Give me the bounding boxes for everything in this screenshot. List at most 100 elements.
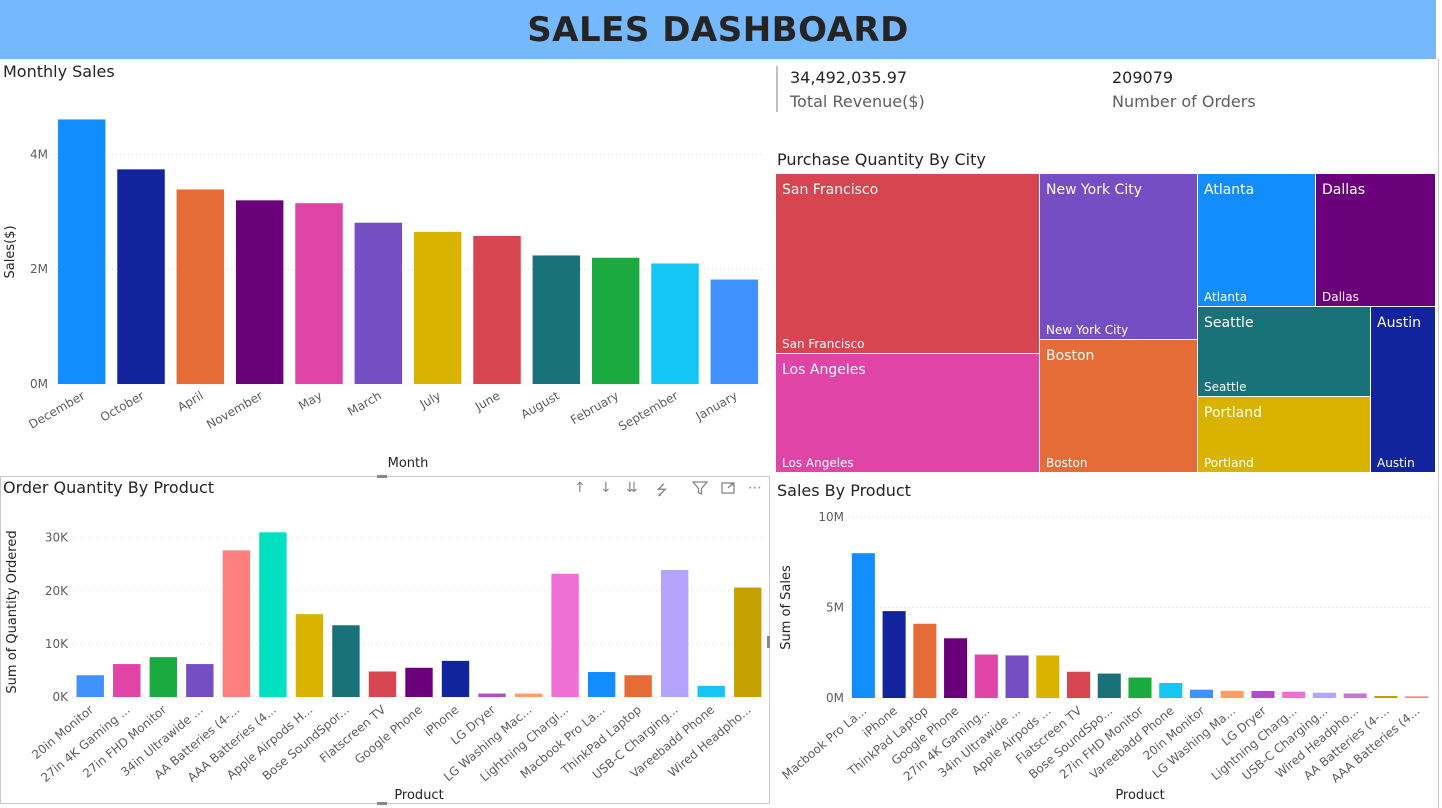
x-tick-label: September — [616, 388, 680, 433]
treemap-cell-seattle[interactable]: Seattle Seattle — [1198, 307, 1371, 397]
bar — [222, 550, 251, 697]
order-quantity-chart[interactable]: 0K10K20K30K20in Monitor27in 4K Gaming ..… — [0, 500, 770, 806]
treemap-data-label: Seattle — [1204, 380, 1247, 394]
x-tick-label: November — [204, 388, 265, 431]
monthly-sales-title: Monthly Sales — [3, 62, 115, 81]
treemap-label: Dallas — [1322, 182, 1366, 198]
arrow-up-icon[interactable]: ↑ — [574, 480, 586, 496]
total-revenue-value: 34,492,035.97 — [790, 68, 908, 87]
bar — [295, 203, 343, 384]
treemap-data-label: Dallas — [1322, 290, 1359, 304]
y-axis-title: Sales($) — [3, 225, 18, 278]
bar — [176, 189, 225, 384]
treemap-cell-dallas[interactable]: Dallas Dallas — [1316, 174, 1435, 307]
order-quantity-title: Order Quantity By Product — [3, 478, 215, 497]
bar — [149, 657, 178, 697]
treemap-data-label: Atlanta — [1204, 290, 1248, 304]
bar — [734, 587, 762, 697]
bar — [368, 671, 397, 697]
bar — [697, 685, 725, 697]
treemap-label: Boston — [1046, 348, 1095, 364]
y-tick-label: 0M — [826, 691, 844, 705]
treemap-cell-new-york-city[interactable]: New York City New York City — [1040, 174, 1198, 340]
x-axis-title: Product — [1115, 788, 1164, 803]
treemap-cell-los-angeles[interactable]: Los Angeles Los Angeles — [776, 354, 1040, 473]
treemap-data-label: Portland — [1204, 456, 1254, 470]
treemap-cell-atlanta[interactable]: Atlanta Atlanta — [1198, 174, 1316, 307]
bar — [710, 279, 759, 384]
y-tick-label: 10M — [818, 510, 844, 524]
bar — [473, 235, 521, 384]
bar — [113, 664, 141, 697]
double-arrow-down-icon[interactable]: ⇊ — [626, 480, 638, 496]
visual-toolbar: ↑ ↓ ⇊ ⭍ ⋯ — [572, 480, 768, 500]
treemap-data-label: New York City — [1046, 323, 1129, 337]
bar — [1067, 671, 1091, 698]
x-tick-label: December — [26, 388, 87, 431]
treemap-cell-portland[interactable]: Portland Portland — [1198, 397, 1371, 473]
x-tick-label: Google Phone — [352, 703, 425, 767]
bar — [532, 255, 581, 384]
bar — [1312, 692, 1336, 698]
bar — [591, 257, 640, 384]
x-tick-label: March — [345, 388, 384, 418]
x-tick-label: April — [175, 388, 206, 414]
sales-by-product-chart[interactable]: 0M5M10MMacbook Pro La...iPhoneThinkPad L… — [772, 503, 1436, 806]
bar — [186, 664, 214, 697]
bar — [413, 231, 462, 384]
y-tick-label: 0K — [52, 690, 69, 704]
bar — [354, 222, 403, 384]
x-tick-label: July — [417, 388, 444, 411]
bar — [259, 532, 287, 697]
number-of-orders-value: 209079 — [1112, 68, 1174, 87]
bar — [514, 693, 543, 697]
bar — [1220, 690, 1244, 698]
bar — [1405, 696, 1429, 698]
bar — [1251, 690, 1275, 698]
number-of-orders-label: Number of Orders — [1112, 92, 1256, 111]
treemap-label: Seattle — [1204, 315, 1254, 331]
treemap-data-label: San Francisco — [782, 337, 865, 351]
bar — [851, 553, 875, 698]
bar — [478, 693, 506, 697]
y-axis-title: Sum of Sales — [779, 565, 794, 650]
bar — [551, 573, 579, 697]
x-tick-label: June — [472, 388, 503, 414]
x-tick-label: January — [693, 388, 740, 423]
arrow-down-icon[interactable]: ↓ — [600, 480, 612, 496]
y-tick-label: 5M — [826, 601, 844, 615]
resize-handle-top[interactable] — [377, 475, 387, 478]
treemap-label: New York City — [1046, 182, 1142, 198]
treemap-cell-san-francisco[interactable]: San Francisco San Francisco — [776, 174, 1040, 354]
treemap-label: Los Angeles — [782, 362, 866, 378]
treemap-label: Portland — [1204, 405, 1262, 421]
total-revenue-label: Total Revenue($) — [790, 92, 925, 111]
treemap-data-label: Los Angeles — [782, 456, 854, 470]
treemap-label: Atlanta — [1204, 182, 1255, 198]
monthly-sales-chart[interactable]: 0M 2M 4M December October AprilNovember May Mar… — [0, 84, 770, 476]
bar — [1005, 655, 1029, 698]
x-axis-title: Product — [394, 788, 443, 803]
x-tick-label: May — [296, 388, 324, 413]
y-axis-title: Sum of Quantity Ordered — [5, 530, 20, 693]
bar — [1374, 696, 1398, 698]
city-treemap[interactable]: San Francisco San Francisco Los Angeles … — [776, 174, 1435, 473]
bar — [944, 638, 968, 698]
bar — [1189, 689, 1213, 698]
filter-icon[interactable] — [691, 480, 709, 500]
more-options-icon[interactable]: ⋯ — [748, 480, 763, 496]
bar — [1343, 693, 1367, 698]
treemap-data-label: Boston — [1046, 456, 1088, 470]
bar — [587, 672, 616, 697]
bar — [660, 570, 689, 697]
y-tick-label: 20K — [45, 584, 69, 598]
y-tick-label: 30K — [45, 531, 69, 545]
x-tick-label: October — [98, 388, 147, 424]
focus-mode-icon[interactable] — [720, 480, 736, 500]
sales-by-product-title: Sales By Product — [777, 481, 911, 500]
treemap-cell-boston[interactable]: Boston Boston — [1040, 340, 1198, 473]
bar — [295, 614, 324, 697]
y-tick-label: 10K — [45, 637, 69, 651]
y-tick-label: 0M — [30, 377, 48, 391]
treemap-cell-austin[interactable]: Austin Austin — [1371, 307, 1435, 473]
